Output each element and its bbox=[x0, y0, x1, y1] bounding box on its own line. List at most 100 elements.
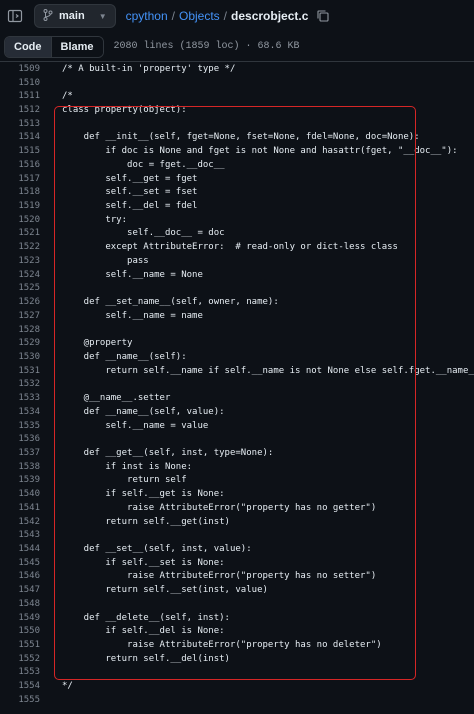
file-header: main ▼ cpython / Objects / descrobject.c bbox=[0, 0, 474, 32]
branch-selector[interactable]: main ▼ bbox=[34, 4, 116, 28]
line-number[interactable]: 1547 bbox=[0, 585, 40, 595]
line-number[interactable]: 1536 bbox=[0, 434, 40, 444]
line-content: raise AttributeError("property has no de… bbox=[62, 640, 382, 651]
code-line: 1534 def __name__(self, value): bbox=[0, 405, 474, 419]
line-content: return self.__get(inst) bbox=[62, 516, 230, 527]
line-number[interactable]: 1513 bbox=[0, 119, 40, 129]
line-content: raise AttributeError("property has no se… bbox=[62, 571, 377, 582]
line-number[interactable]: 1548 bbox=[0, 599, 40, 609]
line-content: if self.__set is None: bbox=[62, 557, 225, 568]
code-line: 1539 return self bbox=[0, 474, 474, 488]
blame-tab[interactable]: Blame bbox=[51, 36, 103, 57]
line-number[interactable]: 1546 bbox=[0, 571, 40, 581]
line-content: return self.__set(inst, value) bbox=[62, 585, 268, 596]
line-number[interactable]: 1522 bbox=[0, 242, 40, 252]
line-number[interactable]: 1527 bbox=[0, 311, 40, 321]
line-number[interactable]: 1511 bbox=[0, 91, 40, 101]
line-content: class property(object): bbox=[62, 105, 187, 116]
code-line: 1537 def __get__(self, inst, type=None): bbox=[0, 446, 474, 460]
line-content: self.__get = fget bbox=[62, 173, 198, 184]
code-line: 1541 raise AttributeError("property has … bbox=[0, 501, 474, 515]
branch-name: main bbox=[59, 10, 85, 22]
line-number[interactable]: 1543 bbox=[0, 530, 40, 540]
line-number[interactable]: 1525 bbox=[0, 283, 40, 293]
code-line: 1538 if inst is None: bbox=[0, 460, 474, 474]
line-number[interactable]: 1521 bbox=[0, 228, 40, 238]
code-line: 1532 bbox=[0, 378, 474, 392]
code-line: 1519 self.__del = fdel bbox=[0, 199, 474, 213]
line-number[interactable]: 1539 bbox=[0, 475, 40, 485]
code-view[interactable]: 1509 /* A built-in 'property' type */ 1510… bbox=[0, 62, 474, 714]
line-number[interactable]: 1549 bbox=[0, 613, 40, 623]
sidebar-toggle-icon[interactable] bbox=[6, 7, 24, 25]
line-number[interactable]: 1526 bbox=[0, 297, 40, 307]
line-content: self.__name = value bbox=[62, 420, 209, 431]
code-line: 1530 def __name__(self): bbox=[0, 350, 474, 364]
line-number[interactable]: 1550 bbox=[0, 626, 40, 636]
line-number[interactable]: 1528 bbox=[0, 325, 40, 335]
line-number[interactable]: 1530 bbox=[0, 352, 40, 362]
line-number[interactable]: 1518 bbox=[0, 187, 40, 197]
line-number[interactable]: 1545 bbox=[0, 558, 40, 568]
code-line: 1512 class property(object): bbox=[0, 103, 474, 117]
line-content: if self.__del is None: bbox=[62, 626, 225, 637]
code-line: 1514 def __init__(self, fget=None, fset=… bbox=[0, 131, 474, 145]
line-content: self.__name = None bbox=[62, 269, 203, 280]
code-line: 1521 self.__doc__ = doc bbox=[0, 227, 474, 241]
line-content: return self.__del(inst) bbox=[62, 653, 230, 664]
line-number[interactable]: 1541 bbox=[0, 503, 40, 513]
line-number[interactable]: 1531 bbox=[0, 366, 40, 376]
line-number[interactable]: 1555 bbox=[0, 695, 40, 705]
file-meta: 2080 lines (1859 loc) · 68.6 KB bbox=[113, 41, 300, 52]
code-tab[interactable]: Code bbox=[5, 36, 52, 57]
line-content: def __init__(self, fget=None, fset=None,… bbox=[62, 132, 420, 143]
line-content: def __set_name__(self, owner, name): bbox=[62, 297, 279, 308]
line-number[interactable]: 1540 bbox=[0, 489, 40, 499]
line-number[interactable]: 1520 bbox=[0, 215, 40, 225]
code-line: 1511 /* bbox=[0, 89, 474, 103]
line-number[interactable]: 1554 bbox=[0, 681, 40, 691]
code-line: 1551 raise AttributeError("property has … bbox=[0, 638, 474, 652]
line-number[interactable]: 1509 bbox=[0, 64, 40, 74]
line-content: def __set__(self, inst, value): bbox=[62, 544, 252, 555]
code-line: 1529 @property bbox=[0, 336, 474, 350]
line-content: return self bbox=[62, 475, 187, 486]
line-number[interactable]: 1515 bbox=[0, 146, 40, 156]
file-toolbar: Code Blame 2080 lines (1859 loc) · 68.6 … bbox=[0, 32, 474, 62]
line-number[interactable]: 1516 bbox=[0, 160, 40, 170]
line-content: return self.__name if self.__name is not… bbox=[62, 365, 474, 376]
breadcrumb-repo-link[interactable]: cpython bbox=[126, 9, 168, 23]
line-number[interactable]: 1544 bbox=[0, 544, 40, 554]
line-number[interactable]: 1534 bbox=[0, 407, 40, 417]
chevron-down-icon: ▼ bbox=[98, 11, 107, 21]
line-number[interactable]: 1512 bbox=[0, 105, 40, 115]
line-number[interactable]: 1529 bbox=[0, 338, 40, 348]
line-number[interactable]: 1537 bbox=[0, 448, 40, 458]
line-number[interactable]: 1524 bbox=[0, 270, 40, 280]
code-line: 1552 return self.__del(inst) bbox=[0, 652, 474, 666]
line-number[interactable]: 1510 bbox=[0, 78, 40, 88]
line-number[interactable]: 1551 bbox=[0, 640, 40, 650]
line-number[interactable]: 1519 bbox=[0, 201, 40, 211]
line-number[interactable]: 1532 bbox=[0, 379, 40, 389]
breadcrumb: cpython / Objects / descrobject.c bbox=[126, 9, 309, 23]
code-line: 1543 bbox=[0, 528, 474, 542]
breadcrumb-separator: / bbox=[223, 9, 228, 23]
line-number[interactable]: 1517 bbox=[0, 174, 40, 184]
line-number[interactable]: 1542 bbox=[0, 517, 40, 527]
line-number[interactable]: 1538 bbox=[0, 462, 40, 472]
copy-icon[interactable] bbox=[316, 9, 330, 23]
line-content: /* bbox=[62, 91, 73, 102]
line-number[interactable]: 1552 bbox=[0, 654, 40, 664]
line-number[interactable]: 1514 bbox=[0, 132, 40, 142]
line-number[interactable]: 1523 bbox=[0, 256, 40, 266]
code-line: 1545 if self.__set is None: bbox=[0, 556, 474, 570]
breadcrumb-folder-link[interactable]: Objects bbox=[179, 9, 220, 23]
line-number[interactable]: 1533 bbox=[0, 393, 40, 403]
code-line: 1550 if self.__del is None: bbox=[0, 624, 474, 638]
line-number[interactable]: 1535 bbox=[0, 421, 40, 431]
line-number[interactable]: 1553 bbox=[0, 667, 40, 677]
code-line: 1546 raise AttributeError("property has … bbox=[0, 570, 474, 584]
line-content: def __delete__(self, inst): bbox=[62, 612, 230, 623]
breadcrumb-current-file: descrobject.c bbox=[231, 9, 309, 23]
